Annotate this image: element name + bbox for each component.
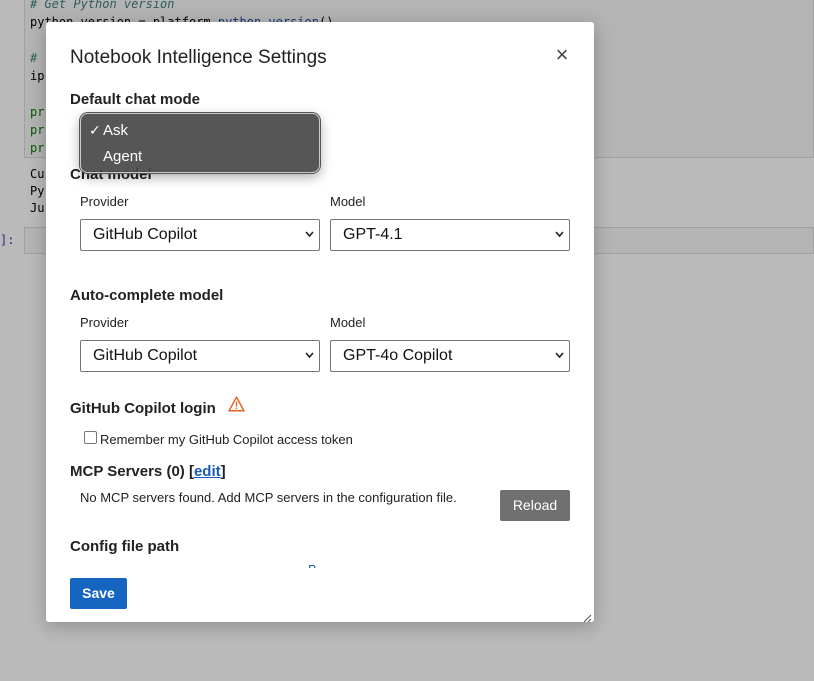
dialog-footer — [46, 568, 594, 622]
autocomplete-model-title: Auto-complete model — [70, 287, 224, 304]
chevron-down-icon — [555, 230, 564, 238]
resize-grip-icon[interactable] — [582, 610, 592, 622]
mcp-edit-link[interactable]: edit — [194, 463, 221, 480]
save-button[interactable]: Save — [70, 578, 127, 609]
chevron-down-icon — [555, 351, 564, 359]
copilot-login-title: GitHub Copilot login — [70, 400, 216, 417]
remember-token-label[interactable]: Remember my GitHub Copilot access token — [100, 432, 353, 447]
reload-button[interactable]: Reload — [500, 490, 570, 521]
chat-provider-label: Provider — [80, 194, 129, 209]
chat-model-value: GPT-4.1 — [343, 226, 403, 243]
autocomplete-model-value: GPT-4o Copilot — [343, 347, 453, 364]
mcp-servers-title: MCP Servers (0) [edit] — [70, 463, 226, 480]
default-chat-mode-title: Default chat mode — [70, 91, 201, 108]
autocomplete-model-label: Model — [330, 315, 366, 330]
close-button[interactable]: × — [552, 44, 572, 66]
chat-mode-dropdown[interactable]: ✓ Ask Agent — [80, 113, 320, 173]
autocomplete-model-select[interactable]: GPT-4o Copilot — [330, 340, 570, 372]
dialog-title: Notebook Intelligence Settings — [70, 47, 327, 68]
mcp-title-suffix: ] — [220, 463, 226, 480]
autocomplete-provider-label: Provider — [80, 315, 129, 330]
chat-mode-option-ask[interactable]: Ask — [103, 122, 128, 139]
chevron-down-icon — [305, 351, 314, 359]
chat-provider-value: GitHub Copilot — [93, 226, 198, 243]
autocomplete-provider-value: GitHub Copilot — [93, 347, 198, 364]
autocomplete-provider-select[interactable]: GitHub Copilot — [80, 340, 320, 372]
chat-model-label: Model — [330, 194, 366, 209]
chat-model-select[interactable]: GPT-4.1 — [330, 219, 570, 251]
warning-icon — [228, 396, 245, 412]
mcp-title-prefix: MCP Servers (0) [ — [70, 463, 194, 480]
settings-dialog: Notebook Intelligence Settings × Default… — [46, 22, 594, 622]
chevron-down-icon — [305, 230, 314, 238]
checkmark-icon: ✓ — [89, 122, 101, 138]
mcp-empty-message: No MCP servers found. Add MCP servers in… — [80, 490, 457, 505]
remember-token-checkbox[interactable] — [84, 431, 97, 444]
chat-mode-option-agent[interactable]: Agent — [103, 148, 142, 165]
chat-provider-select[interactable]: GitHub Copilot — [80, 219, 320, 251]
config-file-path-title: Config file path — [70, 538, 180, 555]
